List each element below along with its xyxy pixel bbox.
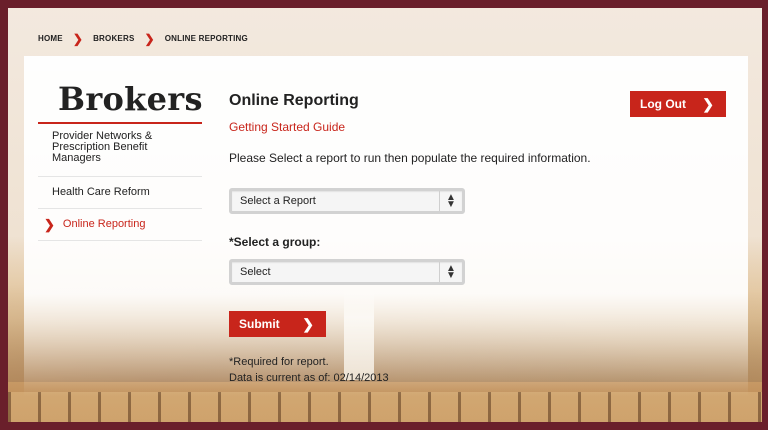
submit-button[interactable]: Submit ❯ bbox=[229, 311, 326, 337]
breadcrumb-home[interactable]: HOME bbox=[38, 34, 63, 43]
sidebar-title-underline bbox=[38, 122, 202, 124]
chevron-right-icon: ❯ bbox=[302, 315, 314, 332]
required-note: *Required for report. bbox=[229, 356, 329, 368]
report-select[interactable]: Select a Report ▲ ▼ bbox=[229, 188, 465, 214]
chevron-right-icon: ❯ bbox=[72, 31, 84, 46]
logout-button-label: Log Out bbox=[640, 97, 686, 111]
chevron-right-icon: ❯ bbox=[702, 95, 714, 112]
logout-button[interactable]: Log Out ❯ bbox=[630, 91, 726, 117]
report-select-value: Select a Report bbox=[240, 195, 316, 207]
sidebar-title: Brokers bbox=[58, 80, 203, 118]
sidebar-item-online-reporting[interactable]: ❯ Online Reporting bbox=[44, 217, 184, 232]
data-current-note: Data is current as of: 02/14/2013 bbox=[229, 372, 389, 384]
group-select[interactable]: Select ▲ ▼ bbox=[229, 259, 465, 285]
submit-button-label: Submit bbox=[239, 317, 280, 331]
sidebar-item-label: Provider Networks & Prescription Benefit… bbox=[52, 130, 153, 164]
sidebar-item-health-care-reform[interactable]: Health Care Reform bbox=[52, 187, 192, 198]
breadcrumb-brokers[interactable]: BROKERS bbox=[93, 34, 134, 43]
window-frame-left bbox=[0, 0, 8, 430]
breadcrumb: HOME ❯ BROKERS ❯ ONLINE REPORTING bbox=[38, 31, 248, 46]
sidebar-item-label: Health Care Reform bbox=[52, 186, 150, 198]
sidebar-item-provider-networks[interactable]: Provider Networks & Prescription Benefit… bbox=[52, 131, 192, 164]
sidebar-divider bbox=[38, 208, 202, 209]
breadcrumb-online-reporting: ONLINE REPORTING bbox=[164, 34, 248, 43]
chevron-right-icon: ❯ bbox=[144, 31, 155, 46]
window-frame-top bbox=[0, 0, 768, 8]
group-select-value: Select bbox=[240, 266, 271, 278]
select-updown-icon: ▲ ▼ bbox=[439, 262, 462, 282]
group-select-label: *Select a group: bbox=[229, 235, 321, 249]
background-pier bbox=[8, 392, 762, 422]
window-frame-bottom bbox=[0, 422, 768, 430]
report-instructions: Please Select a report to run then popul… bbox=[229, 151, 591, 165]
chevron-right-icon: ❯ bbox=[44, 217, 55, 232]
window-frame-right bbox=[762, 0, 768, 430]
select-updown-icon: ▲ ▼ bbox=[439, 191, 462, 211]
sidebar-divider bbox=[38, 176, 202, 177]
getting-started-guide-link[interactable]: Getting Started Guide bbox=[229, 120, 345, 134]
sidebar-item-label: Online Reporting bbox=[62, 218, 146, 230]
page-title: Online Reporting bbox=[229, 92, 359, 109]
sidebar-divider bbox=[38, 240, 202, 241]
